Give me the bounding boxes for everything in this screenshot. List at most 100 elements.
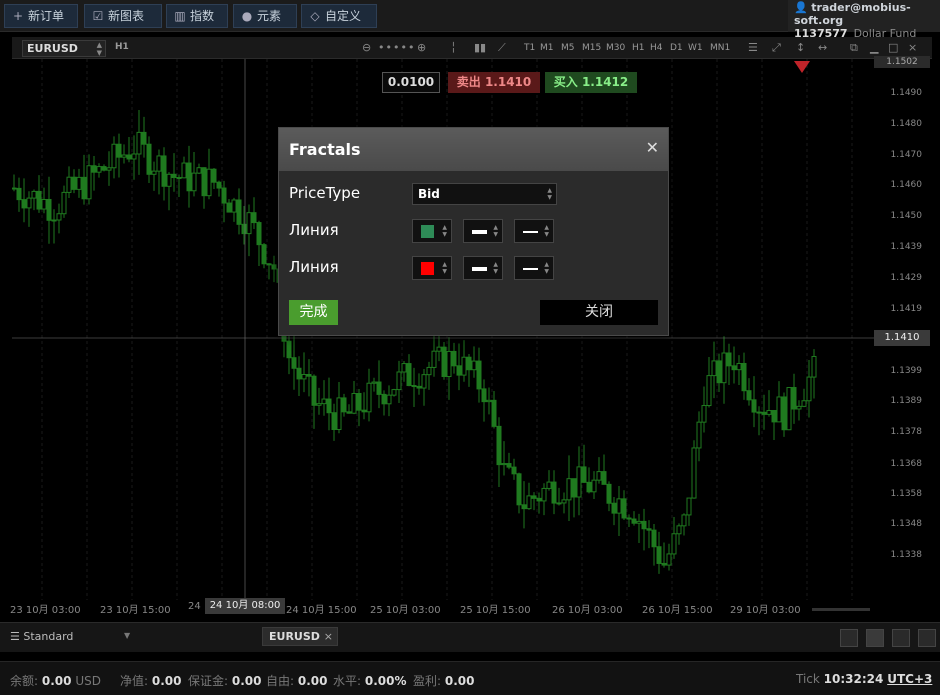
timeframe-m30[interactable]: M30 <box>606 43 625 53</box>
candle-body <box>646 528 652 531</box>
chevron-down-icon[interactable]: ▼ <box>124 631 130 640</box>
time-tick: 29 10月 03:00 <box>730 605 801 616</box>
candle-body <box>396 371 402 391</box>
candle-body <box>511 466 517 475</box>
candle-body <box>571 478 577 498</box>
price-tick: 1.1399 <box>890 366 923 376</box>
crosshair-time-label: 24 10月 08:00 <box>205 598 285 614</box>
timeframe-m1[interactable]: M1 <box>540 43 554 53</box>
horizontal-scale-icon[interactable]: ↔ <box>818 41 827 54</box>
line1-width-select[interactable]: ▲ ▼ <box>463 219 503 243</box>
account-info[interactable]: 👤 trader@mobius-soft.org 1137577 Dollar F… <box>788 0 940 40</box>
equity: 净值: 0.00 <box>120 674 182 688</box>
expand-icon[interactable]: ⤢ <box>772 41 781 55</box>
candle-body <box>416 385 422 389</box>
new-chart-button[interactable]: ☑ 新图表 <box>84 4 162 28</box>
vertical-scale-icon[interactable]: ↕ <box>796 41 805 54</box>
window-close-icon[interactable]: × <box>908 41 917 54</box>
candle-body <box>686 497 692 516</box>
zoom-in-icon[interactable]: ⊕ <box>417 41 426 54</box>
timeframe-mn1[interactable]: MN1 <box>710 43 730 53</box>
candle-body <box>736 362 742 371</box>
spinner-icon: ▲ ▼ <box>493 261 498 275</box>
candle-body <box>161 155 167 187</box>
candle-body <box>551 481 557 504</box>
close-button[interactable]: 关闭 <box>540 300 658 325</box>
candle-body <box>256 222 262 246</box>
elements-button[interactable]: ● 元素 <box>233 4 297 28</box>
candle-body <box>711 360 717 377</box>
timeframe-d1[interactable]: D1 <box>670 43 683 53</box>
price-tick: 1.1419 <box>890 304 923 314</box>
indicators-button[interactable]: ▥ 指数 <box>166 4 228 28</box>
layers-icon[interactable]: ☰ <box>748 41 758 54</box>
chart-tab-eurusd[interactable]: EURUSD × <box>262 627 338 646</box>
line-width-icon <box>472 230 487 234</box>
line1-style-select[interactable]: ▲ ▼ <box>514 219 554 243</box>
candle-body <box>296 367 302 380</box>
line2-color-select[interactable]: ▲ ▼ <box>412 256 452 280</box>
layout-rows-button[interactable] <box>918 629 936 647</box>
zoom-slider[interactable]: ••••• <box>378 41 415 54</box>
bar-chart-icon: ▥ <box>174 9 186 23</box>
maximize-icon[interactable]: □ <box>888 41 898 54</box>
candle-body <box>556 502 562 505</box>
done-button[interactable]: 完成 <box>289 300 338 325</box>
timeframe-m15[interactable]: M15 <box>582 43 601 53</box>
candle-body <box>476 360 482 390</box>
candle-body <box>631 518 637 524</box>
timeframe-h4[interactable]: H4 <box>650 43 663 53</box>
minimize-icon[interactable]: ▁ <box>870 41 878 54</box>
candle-body <box>321 398 327 405</box>
time-tick: 23 10月 03:00 <box>10 605 81 616</box>
menu-icon: ☰ <box>10 630 20 643</box>
candle-body <box>486 399 492 403</box>
zoom-out-icon[interactable]: ⊖ <box>362 41 371 54</box>
dialog-titlebar[interactable]: Fractals ✕ <box>279 128 668 171</box>
layout-single-button[interactable] <box>840 629 858 647</box>
popout-icon[interactable]: ⧉ <box>850 41 858 55</box>
layout-columns-button[interactable] <box>892 629 910 647</box>
candle-body <box>241 223 247 235</box>
candle-body <box>66 176 72 193</box>
close-icon[interactable]: ✕ <box>646 138 659 157</box>
timeframe-h1[interactable]: H1 <box>632 43 645 53</box>
candle-body <box>316 403 322 406</box>
lot-size-input[interactable]: 0.0100 <box>382 72 440 93</box>
candle-body <box>596 471 602 481</box>
buy-button[interactable]: 买入 1.1412 <box>545 72 637 93</box>
candle-body <box>691 447 697 499</box>
tab-close-icon[interactable]: × <box>324 628 333 645</box>
custom-button[interactable]: ◇ 自定义 <box>301 4 377 28</box>
price-tick: 1.1470 <box>890 150 923 160</box>
line1-color-select[interactable]: ▲ ▼ <box>412 219 452 243</box>
preset-select[interactable]: ☰ Standard <box>10 630 73 643</box>
new-order-button[interactable]: + 新订单 <box>4 4 78 28</box>
time-tick: 24 <box>188 601 201 612</box>
candle-body <box>96 166 102 173</box>
dialog-title: Fractals <box>289 140 361 159</box>
plus-icon: + <box>12 9 24 23</box>
candles-icon[interactable]: ▮▮ <box>474 41 486 54</box>
timeframe-w1[interactable]: W1 <box>688 43 703 53</box>
symbol-select[interactable]: EURUSD ▲ ▼ <box>22 40 106 57</box>
line2-width-select[interactable]: ▲ ▼ <box>463 256 503 280</box>
timeframe-t1[interactable]: T1 <box>524 43 535 53</box>
price-tick: 1.1480 <box>890 119 923 129</box>
cursor-icon[interactable]: ╎ <box>450 41 457 54</box>
candle-body <box>81 176 87 200</box>
sell-button[interactable]: 卖出 1.1410 <box>448 72 540 93</box>
candle-body <box>566 478 572 501</box>
price-type-select[interactable]: Bid ▲ ▼ <box>412 183 557 205</box>
timezone-select[interactable]: UTC+3 <box>887 672 932 686</box>
layout-grid-button[interactable] <box>866 629 884 647</box>
candle-body <box>421 374 427 389</box>
candle-body <box>131 153 137 160</box>
candle-body <box>766 410 772 415</box>
line-chart-icon[interactable]: ⟋ <box>498 41 506 55</box>
time-tick: 26 10月 03:00 <box>552 605 623 616</box>
candle-body <box>636 520 642 524</box>
line2-style-select[interactable]: ▲ ▼ <box>514 256 554 280</box>
candle-body <box>611 502 617 514</box>
timeframe-m5[interactable]: M5 <box>561 43 575 53</box>
